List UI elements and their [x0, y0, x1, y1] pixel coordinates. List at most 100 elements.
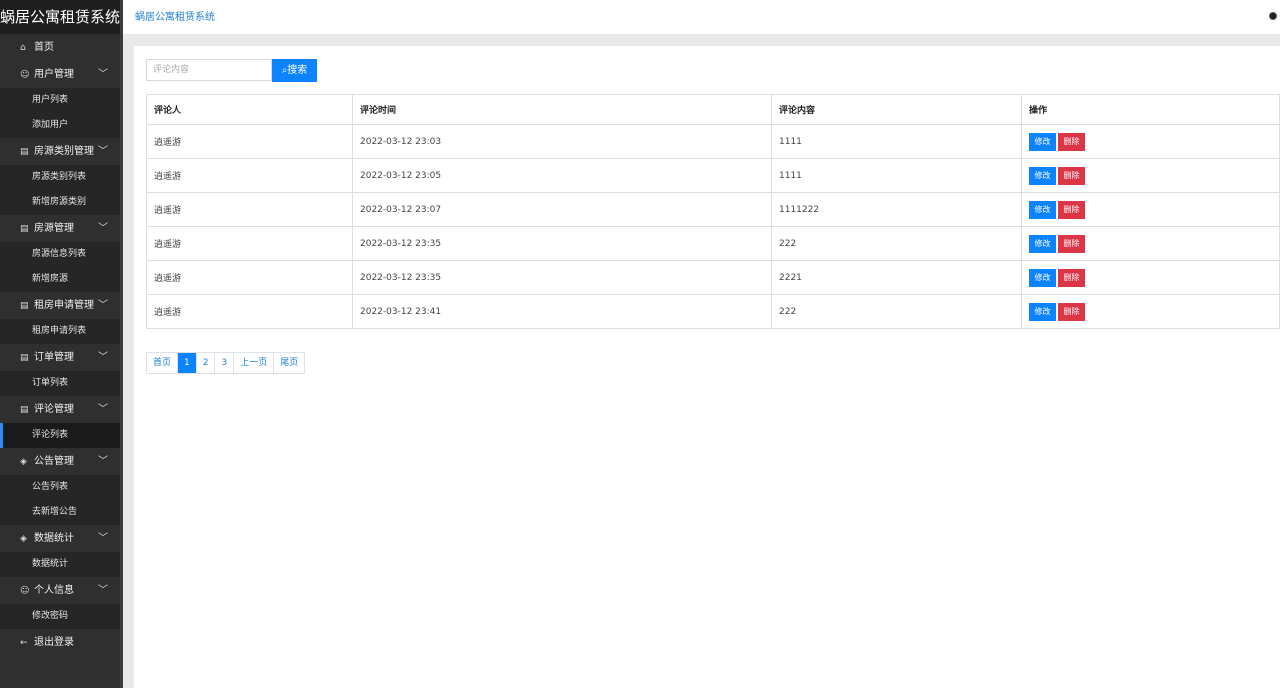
document-icon: ▤	[20, 147, 29, 157]
table-body: 逍遥游 2022-03-12 23:03 1111 修改 删除 逍遥游 2022-03-12…	[146, 124, 1280, 329]
cell-time: 2022-03-12 23:35	[352, 260, 772, 295]
cell-content: 222	[771, 294, 1022, 329]
cell-content: 1111	[771, 158, 1022, 193]
sidebar-subitem[interactable]: 租房申请列表	[0, 319, 120, 344]
edit-button[interactable]: 修改	[1029, 268, 1056, 287]
sidebar-group-4[interactable]: ▤ 订单管理 ﹀	[0, 344, 120, 371]
home-icon: ⌂	[20, 43, 26, 53]
sidebar-subitem[interactable]: 订单列表	[0, 371, 120, 396]
nav-label: 用户管理	[34, 69, 74, 80]
sidebar-group-3[interactable]: ▤ 租房申请管理 ﹀	[0, 292, 120, 319]
edit-button[interactable]: 修改	[1029, 234, 1056, 253]
sidebar-subitem[interactable]: 数据统计	[0, 552, 120, 577]
table-row: 逍遥游 2022-03-12 23:35 222 修改 删除	[146, 226, 1280, 261]
page-number-link[interactable]: 1	[178, 353, 197, 373]
sidebar-subitem[interactable]: 新增房源	[0, 267, 120, 292]
cell-actions: 修改 删除	[1021, 124, 1280, 159]
sidebar-subitem[interactable]: 新增房源类别	[0, 190, 120, 215]
document-icon: ▤	[20, 301, 29, 311]
sidebar-subitem[interactable]: 去新增公告	[0, 500, 120, 525]
comments-table: 评论人 评论时间 评论内容 操作 逍遥游 2022-03-12 23:03 1111…	[146, 94, 1280, 329]
delete-button[interactable]: 删除	[1058, 302, 1085, 321]
sidebar-subitem[interactable]: 房源信息列表	[0, 242, 120, 267]
sidebar-item-logout[interactable]: ← 退出登录	[0, 629, 120, 656]
edit-button[interactable]: 修改	[1029, 200, 1056, 219]
nav-label: 评论管理	[34, 404, 74, 415]
edit-button[interactable]: 修改	[1029, 302, 1056, 321]
sidebar-subitem[interactable]: 修改密码	[0, 604, 120, 629]
cell-actions: 修改 删除	[1021, 294, 1280, 329]
cell-actions: 修改 删除	[1021, 260, 1280, 295]
chevron-down-icon: ﹀	[98, 533, 108, 544]
layers-icon: ◈	[20, 534, 27, 544]
delete-button[interactable]: 删除	[1058, 132, 1085, 151]
delete-button[interactable]: 删除	[1058, 234, 1085, 253]
nav-label: 租房申请管理	[34, 300, 94, 311]
delete-button[interactable]: 删除	[1058, 166, 1085, 185]
column-header-actions: 操作	[1021, 94, 1280, 125]
app-title: 蜗居公寓租赁系统	[0, 0, 120, 34]
sidebar-group-8[interactable]: ☺ 个人信息 ﹀	[0, 577, 120, 604]
page-prev-link[interactable]: 上一页	[234, 353, 275, 373]
chevron-down-icon: ﹀	[98, 585, 108, 596]
cell-commenter: 逍遥游	[146, 124, 353, 159]
sidebar-item-home[interactable]: ⌂ 首页	[0, 34, 120, 61]
sidebar-nav: ⌂ 首页 ☺ 用户管理 ﹀ 用户列表 添加用户 ▤ 房源类别管理 ﹀ 房源类别列表 新增房源类别 ▤ 房源…	[0, 34, 120, 656]
sidebar-subitem[interactable]: 房源类别列表	[0, 165, 120, 190]
sidebar-subitem[interactable]: 公告列表	[0, 475, 120, 500]
delete-button[interactable]: 删除	[1058, 200, 1085, 219]
chevron-down-icon: ﹀	[98, 69, 108, 80]
cell-commenter: 逍遥游	[146, 226, 353, 261]
page-number-link[interactable]: 3	[215, 353, 235, 373]
page-number-link[interactable]: 2	[197, 353, 216, 373]
user-menu-icon[interactable]	[1269, 12, 1277, 20]
sidebar-subitem[interactable]: 评论列表	[0, 423, 120, 448]
sidebar-subitem[interactable]: 添加用户	[0, 113, 120, 138]
sidebar-group-0[interactable]: ☺ 用户管理 ﹀	[0, 61, 120, 88]
document-icon: ▤	[20, 224, 29, 234]
nav-label: 房源管理	[34, 223, 74, 234]
cell-commenter: 逍遥游	[146, 260, 353, 295]
nav-label: 退出登录	[34, 637, 74, 648]
layers-icon: ◈	[20, 457, 27, 467]
table-row: 逍遥游 2022-03-12 23:03 1111 修改 删除	[146, 124, 1280, 159]
search-button-label: 搜索	[287, 65, 308, 76]
sidebar-group-5[interactable]: ▤ 评论管理 ﹀	[0, 396, 120, 423]
table-row: 逍遥游 2022-03-12 23:41 222 修改 删除	[146, 294, 1280, 329]
sidebar-group-6[interactable]: ◈ 公告管理 ﹀	[0, 448, 120, 475]
breadcrumb[interactable]: 蜗居公寓租赁系统	[135, 8, 215, 23]
delete-button[interactable]: 删除	[1058, 268, 1085, 287]
cell-time: 2022-03-12 23:03	[352, 124, 772, 159]
main-content: ⌕搜索 评论人 评论时间 评论内容 操作 逍遥游2022-03-12 23:03…	[134, 46, 1280, 688]
search-input[interactable]	[146, 59, 272, 81]
search-button[interactable]: ⌕搜索	[272, 59, 317, 82]
table-row: 逍遥游 2022-03-12 23:07 1111222 修改 删除	[146, 192, 1280, 227]
nav-label: 数据统计	[34, 533, 74, 544]
sidebar-group-2[interactable]: ▤ 房源管理 ﹀	[0, 215, 120, 242]
sidebar-group-7[interactable]: ◈ 数据统计 ﹀	[0, 525, 120, 552]
sidebar-group-1[interactable]: ▤ 房源类别管理 ﹀	[0, 138, 120, 165]
cell-content: 1111	[771, 124, 1022, 159]
document-icon: ▤	[20, 405, 29, 415]
nav-label: 个人信息	[34, 585, 74, 596]
cell-commenter: 逍遥游	[146, 158, 353, 193]
document-icon: ▤	[20, 353, 29, 363]
page-first-link[interactable]: 首页	[147, 353, 179, 373]
cell-time: 2022-03-12 23:05	[352, 158, 772, 193]
edit-button[interactable]: 修改	[1029, 132, 1056, 151]
table-row: 逍遥游 2022-03-12 23:35 2221 修改 删除	[146, 260, 1280, 295]
chevron-down-icon: ﹀	[98, 456, 108, 467]
cell-commenter: 逍遥游	[146, 192, 353, 227]
table-header-row: 评论人 评论时间 评论内容 操作	[146, 94, 1280, 125]
edit-button[interactable]: 修改	[1029, 166, 1056, 185]
sidebar-subitem[interactable]: 用户列表	[0, 88, 120, 113]
nav-label: 房源类别管理	[34, 146, 94, 157]
cell-time: 2022-03-12 23:41	[352, 294, 772, 329]
chevron-down-icon: ﹀	[98, 404, 108, 415]
content-gutter	[123, 46, 134, 688]
chevron-down-icon: ﹀	[98, 223, 108, 234]
page-last-link[interactable]: 尾页	[274, 353, 304, 373]
cell-actions: 修改 删除	[1021, 158, 1280, 193]
top-bar: 蜗居公寓租赁系统	[123, 0, 1280, 34]
cell-time: 2022-03-12 23:07	[352, 192, 772, 227]
